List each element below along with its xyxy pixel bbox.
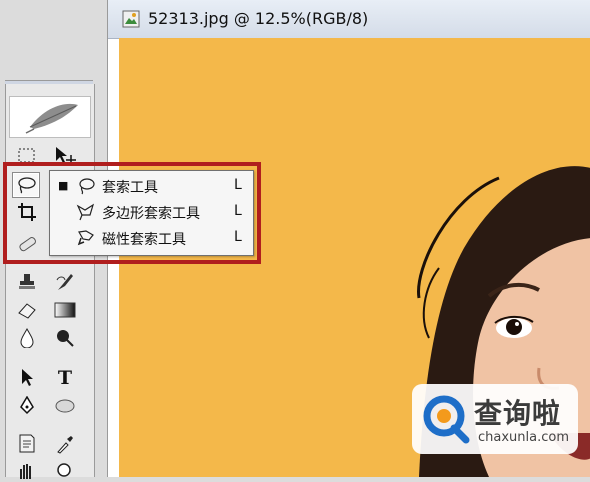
watermark-brand-cn: 查询啦	[474, 397, 562, 430]
notes-tool-button[interactable]	[14, 432, 40, 456]
ellipse-icon	[55, 399, 75, 413]
history-brush-icon	[56, 274, 73, 290]
watermark-brand-en: chaxunla.com	[478, 430, 569, 445]
eraser-icon	[18, 303, 36, 319]
blur-tool-button[interactable]	[14, 326, 40, 350]
stamp-tool-button[interactable]	[14, 270, 40, 294]
document-titlebar[interactable]: 52313.jpg @ 12.5%(RGB/8)	[108, 0, 590, 39]
document-icon	[122, 10, 140, 28]
hand-tool-button[interactable]	[14, 458, 40, 482]
flyout-item-label: 多边形套索工具	[102, 206, 200, 222]
selected-bullet: ■	[58, 179, 69, 192]
eraser-tool-button[interactable]	[14, 298, 40, 322]
path-selection-tool-button[interactable]	[14, 366, 40, 390]
notes-icon	[19, 434, 35, 453]
polygon-lasso-icon	[76, 203, 95, 221]
arrow-icon	[22, 369, 33, 386]
flyout-item-shortcut: L	[234, 229, 242, 245]
magnetic-lasso-icon	[77, 230, 94, 246]
zoom-tool-button[interactable]	[52, 458, 78, 482]
drop-icon	[20, 328, 34, 348]
pen-icon	[20, 396, 34, 415]
type-icon: T	[57, 367, 73, 389]
ellipse-tool-button[interactable]	[52, 394, 78, 418]
flyout-item-shortcut: L	[234, 177, 242, 193]
document-title: 52313.jpg @ 12.5%(RGB/8)	[148, 9, 369, 28]
flyout-item-magnetic-lasso[interactable]: 磁性套索工具 L	[50, 225, 253, 251]
flyout-item-label: 磁性套索工具	[102, 232, 186, 248]
flyout-item-shortcut: L	[234, 203, 242, 219]
flyout-item-lasso[interactable]: ■ 套索工具 L	[50, 173, 253, 199]
zoom-icon	[57, 463, 71, 477]
feather-icon	[25, 103, 78, 134]
chaxunla-logo-icon	[423, 395, 470, 444]
gradient-icon	[54, 302, 76, 318]
history-brush-tool-button[interactable]	[52, 270, 78, 294]
eyedropper-icon	[57, 436, 73, 454]
type-tool-button[interactable]: T	[52, 366, 78, 390]
watermark: 查询啦 chaxunla.com	[412, 384, 578, 454]
hand-icon	[20, 464, 31, 479]
dodge-tool-button[interactable]	[52, 326, 78, 350]
stamp-icon	[19, 274, 35, 289]
lasso-tools-flyout-menu: ■ 套索工具 L 多边形套索工具 L 磁性套索工具 L	[49, 170, 254, 256]
gradient-tool-button[interactable]	[52, 298, 78, 322]
feather-logo[interactable]	[9, 96, 91, 138]
flyout-item-label: 套索工具	[102, 180, 158, 196]
pen-tool-button[interactable]	[14, 394, 40, 418]
dodge-icon	[57, 330, 74, 347]
lasso-icon	[79, 178, 95, 195]
eyedropper-tool-button[interactable]	[52, 432, 78, 456]
flyout-item-polygon-lasso[interactable]: 多边形套索工具 L	[50, 199, 253, 225]
toolbox: T	[5, 84, 95, 479]
